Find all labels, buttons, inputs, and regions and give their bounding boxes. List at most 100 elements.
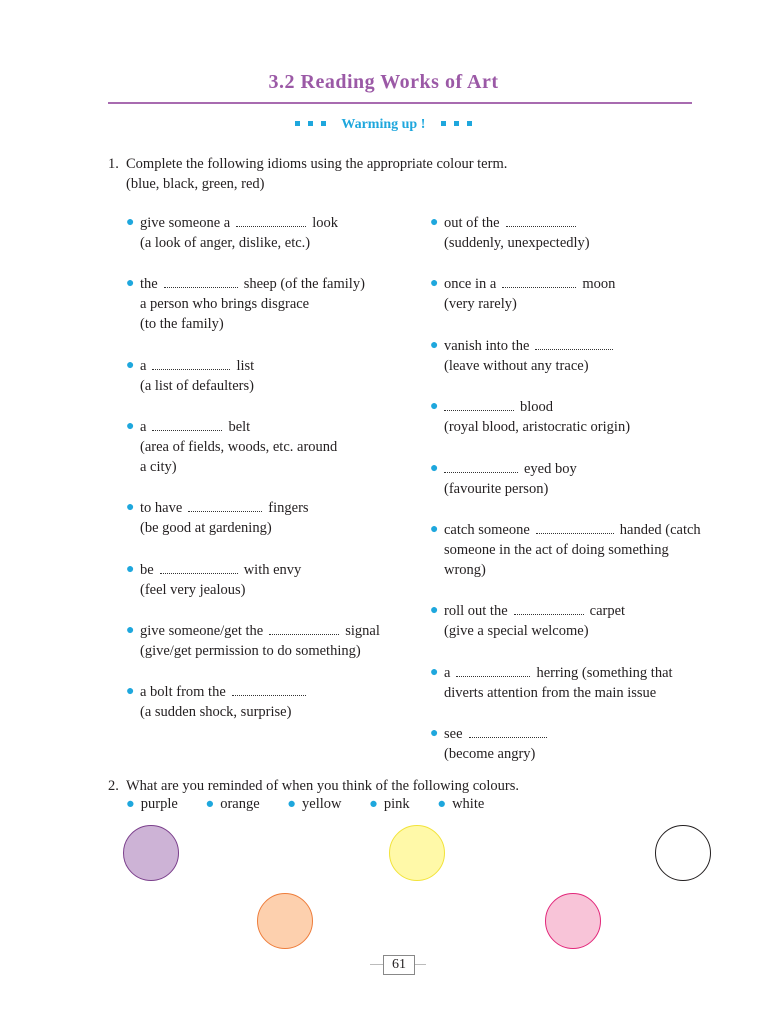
question-2-number: 2. bbox=[108, 778, 119, 794]
question-1-options: (blue, black, green, red) bbox=[126, 176, 265, 192]
idiom-suffix: blood bbox=[520, 399, 554, 415]
idiom-prefix: to have bbox=[140, 500, 183, 516]
idiom-item: ● see (become angry) bbox=[430, 724, 553, 764]
blank-input[interactable] bbox=[444, 398, 514, 411]
idiom-line: a bolt from the bbox=[140, 682, 312, 702]
section-title: 3.2 Reading Works of Art bbox=[268, 71, 499, 93]
blank-input[interactable] bbox=[535, 521, 614, 534]
idiom-line: eyed boy bbox=[444, 459, 577, 479]
bullet-icon: ● bbox=[126, 562, 135, 577]
idiom-prefix: give someone/get the bbox=[140, 623, 264, 639]
idiom-item: ● eyed boy (favourite person) bbox=[430, 459, 577, 499]
bullet-icon: ● bbox=[126, 276, 135, 291]
blank-input[interactable] bbox=[444, 460, 518, 473]
idiom-meaning: (feel very jealous) bbox=[140, 582, 246, 598]
bullet-icon: ● bbox=[126, 623, 135, 638]
idiom-suffix: moon bbox=[582, 276, 616, 292]
blank-input[interactable] bbox=[152, 418, 223, 431]
blank-input[interactable] bbox=[159, 561, 238, 574]
purple-circle bbox=[123, 825, 179, 881]
idiom-item: ● a bolt from the (a sudden shock, surpris… bbox=[126, 682, 312, 722]
idiom-item: ● to have fingers (be good at gardening) bbox=[126, 498, 309, 538]
colour-item-pink: ● pink bbox=[369, 796, 410, 812]
bullet-icon: ● bbox=[126, 684, 135, 699]
idiom-meaning: someone in the act of doing something bbox=[444, 542, 669, 558]
idiom-item: ● be with envy (feel very jealous) bbox=[126, 560, 301, 600]
idiom-suffix: eyed boy bbox=[524, 461, 577, 477]
idiom-item: ● catch someone handed (catch someone in th… bbox=[430, 520, 701, 580]
idiom-prefix: give someone a bbox=[140, 215, 231, 231]
idiom-prefix: a bbox=[444, 665, 451, 681]
idiom-meaning: (a sudden shock, surprise) bbox=[140, 704, 292, 720]
blank-input[interactable] bbox=[152, 357, 231, 370]
blank-input[interactable] bbox=[505, 214, 576, 227]
pink-circle bbox=[545, 893, 601, 949]
idiom-prefix: roll out the bbox=[444, 603, 508, 619]
idiom-prefix: once in a bbox=[444, 276, 497, 292]
bullet-icon: ● bbox=[430, 276, 439, 291]
bullet-icon: ● bbox=[430, 399, 439, 414]
idiom-item: ● a list (a list of defaulters) bbox=[126, 356, 254, 396]
bullet-icon: ● bbox=[430, 461, 439, 476]
idiom-suffix: list bbox=[236, 358, 255, 374]
question-1-text: Complete the following idioms using the … bbox=[126, 156, 508, 172]
idiom-item: ● once in a moon (very rarely) bbox=[430, 274, 615, 314]
idiom-line: a herring (something that bbox=[444, 663, 673, 683]
idiom-meaning: (a list of defaulters) bbox=[140, 378, 254, 394]
idiom-prefix: catch someone bbox=[444, 522, 530, 538]
idiom-item: ● give someone/get the signal (give/get per… bbox=[126, 621, 380, 661]
idiom-suffix: handed (catch bbox=[619, 522, 701, 538]
idiom-item: ● the sheep (of the family) a person who br… bbox=[126, 274, 365, 334]
blank-input[interactable] bbox=[468, 725, 547, 738]
idiom-line: blood bbox=[444, 397, 630, 417]
idiom-prefix: a bbox=[140, 358, 147, 374]
idiom-prefix: see bbox=[444, 726, 463, 742]
blank-input[interactable] bbox=[535, 337, 614, 350]
square-bullets-right-icon bbox=[437, 117, 476, 132]
warming-up-label: Warming up ! bbox=[341, 117, 426, 132]
idiom-meaning: (be good at gardening) bbox=[140, 520, 272, 536]
blank-input[interactable] bbox=[456, 664, 531, 677]
bullet-icon: ● bbox=[430, 726, 439, 741]
question-2-text: What are you reminded of when you think … bbox=[126, 778, 520, 794]
blank-input[interactable] bbox=[502, 275, 577, 288]
idiom-meaning: (very rarely) bbox=[444, 296, 517, 312]
blank-input[interactable] bbox=[163, 275, 238, 288]
blank-input[interactable] bbox=[236, 214, 307, 227]
idiom-meaning: (area of fields, woods, etc. around bbox=[140, 439, 338, 455]
idiom-line: see bbox=[444, 724, 553, 744]
idiom-prefix: the bbox=[140, 276, 158, 292]
idiom-meaning: (royal blood, aristocratic origin) bbox=[444, 419, 631, 435]
idiom-item: ● roll out the carpet (give a special welco… bbox=[430, 601, 625, 641]
yellow-circle bbox=[389, 825, 445, 881]
colour-item-purple: ● purple bbox=[126, 796, 178, 812]
bullet-icon: ● bbox=[430, 338, 439, 353]
idiom-line: a belt bbox=[140, 417, 337, 437]
idiom-line: a list bbox=[140, 356, 254, 376]
blank-input[interactable] bbox=[231, 683, 306, 696]
idiom-meaning: (suddenly, unexpectedly) bbox=[444, 235, 590, 251]
idiom-meaning: (give/get permission to do something) bbox=[140, 643, 361, 659]
idiom-line: to have fingers bbox=[140, 498, 309, 518]
blank-input[interactable] bbox=[513, 602, 584, 615]
idiom-prefix: vanish into the bbox=[444, 338, 530, 354]
title-underline bbox=[108, 102, 692, 104]
idiom-line: give someone/get the signal bbox=[140, 621, 380, 641]
blank-input[interactable] bbox=[269, 622, 340, 635]
idiom-suffix: fingers bbox=[268, 500, 309, 516]
idiom-line: the sheep (of the family) bbox=[140, 274, 365, 294]
idiom-meaning: (favourite person) bbox=[444, 481, 549, 497]
idiom-line: roll out the carpet bbox=[444, 601, 625, 621]
question-1: 1. Complete the following idioms using th… bbox=[108, 154, 507, 194]
idiom-line: once in a moon bbox=[444, 274, 615, 294]
idiom-item: ● blood (royal blood, aristocratic origin) bbox=[430, 397, 631, 437]
colour-item-yellow: ● yellow bbox=[287, 796, 342, 812]
idiom-suffix: sheep (of the family) bbox=[243, 276, 365, 292]
idiom-meaning: diverts attention from the main issue bbox=[444, 685, 657, 701]
white-circle bbox=[655, 825, 711, 881]
idiom-line: out of the bbox=[444, 213, 590, 233]
orange-circle bbox=[257, 893, 313, 949]
idiom-meaning: wrong) bbox=[444, 562, 486, 578]
idiom-item: ● give someone a look (a look of anger, dis… bbox=[126, 213, 338, 253]
blank-input[interactable] bbox=[188, 499, 263, 512]
